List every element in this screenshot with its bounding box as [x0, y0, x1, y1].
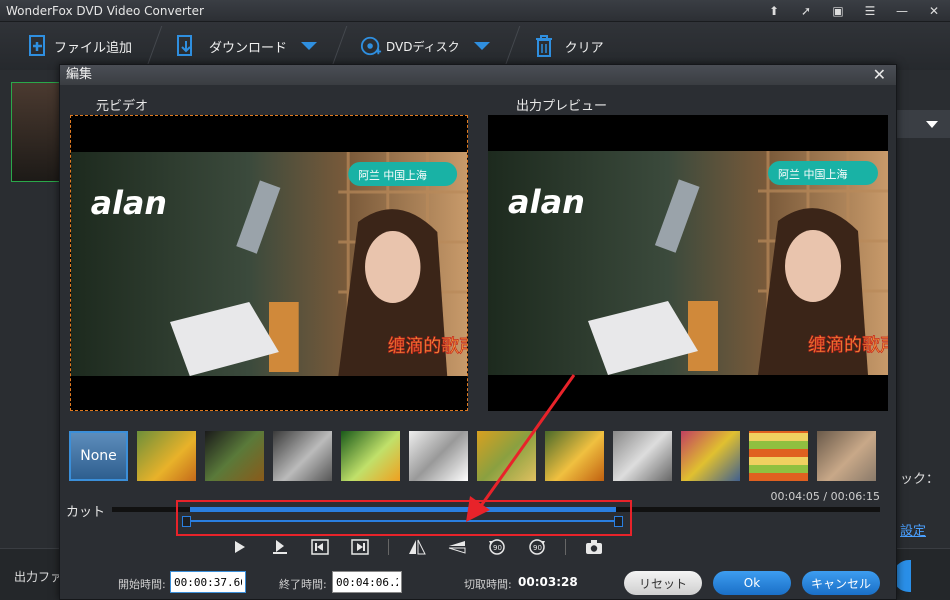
chevron-down-icon[interactable] — [473, 42, 490, 50]
download-icon — [177, 35, 193, 56]
ok-button[interactable]: Ok — [713, 571, 791, 595]
output-folder-label: 出力ファ — [14, 570, 63, 584]
clear-label: クリア — [564, 40, 604, 56]
file-thumbnail[interactable] — [11, 82, 63, 182]
cancel-button[interactable]: キャンセル — [802, 571, 880, 595]
disc-icon — [360, 36, 382, 56]
menu-icon[interactable]: ☰ — [854, 0, 886, 22]
flip-horizontal-icon[interactable] — [397, 535, 437, 559]
app-titlebar: WonderFox DVD Video Converter ⬆ ➚ ▣ ☰ — … — [0, 0, 950, 22]
source-video-frame: alan 阿兰 中国上海 缠滴的歌声 — [71, 152, 467, 376]
time-settings-row: 開始時間: 終了時間: 切取時間: 00:03:28 リセット Ok キャンセル — [60, 567, 898, 599]
playback-controls: 90 90 — [220, 535, 614, 559]
end-time-label: 終了時間: — [279, 578, 327, 591]
video-tag-text: 阿兰 中国上海 — [358, 168, 427, 182]
filter-thumb[interactable] — [545, 431, 604, 481]
upload-icon[interactable]: ⬆ — [758, 0, 790, 22]
video-tag-text: 阿兰 中国上海 — [778, 167, 848, 181]
filter-thumb[interactable] — [817, 431, 876, 481]
edit-dialog: 編集 ✕ 元ビデオ 出力プレビュー alan 阿兰 中国上海 缠滴的歌声 — [59, 64, 897, 600]
filter-thumb[interactable] — [681, 431, 740, 481]
add-file-label: ファイル追加 — [54, 40, 133, 56]
cut-label: カット — [66, 505, 106, 520]
toolbar-divider — [146, 26, 163, 66]
dialog-titlebar: 編集 ✕ — [60, 65, 896, 85]
filter-strip: None — [69, 431, 889, 483]
source-video-label: 元ビデオ — [96, 99, 149, 114]
close-icon[interactable]: ✕ — [873, 65, 886, 85]
filter-none[interactable]: None — [69, 431, 128, 481]
camera-icon[interactable] — [574, 535, 614, 559]
dvd-disc-button[interactable]: DVDディスク — [360, 22, 490, 70]
trash-icon — [535, 35, 552, 57]
end-time-input[interactable] — [332, 571, 402, 593]
output-preview-player[interactable]: alan 阿兰 中国上海 缠滴的歌声 — [488, 115, 888, 411]
next-frame-icon[interactable] — [340, 535, 380, 559]
clear-button[interactable]: クリア — [533, 22, 604, 70]
cut-duration-label: 切取時間: — [464, 578, 512, 591]
controls-divider — [388, 539, 389, 555]
toolbar-divider — [331, 26, 348, 66]
play-icon[interactable] — [220, 535, 260, 559]
dvd-disc-label: DVDディスク — [386, 39, 460, 54]
filter-thumb[interactable] — [137, 431, 196, 481]
feedback-icon[interactable]: ▣ — [822, 0, 854, 22]
svg-text:90: 90 — [533, 544, 542, 552]
chevron-down-icon[interactable] — [301, 42, 318, 50]
video-show-text: 缠滴的歌声 — [808, 335, 888, 356]
output-video-frame: alan 阿兰 中国上海 缠滴的歌声 — [488, 151, 888, 375]
filter-thumb[interactable] — [477, 431, 536, 481]
video-logo-text: alan — [91, 184, 167, 222]
close-window-icon[interactable]: ✕ — [918, 0, 950, 22]
rotate-left-icon[interactable]: 90 — [477, 535, 517, 559]
controls-divider — [565, 539, 566, 555]
video-logo-text: alan — [508, 183, 585, 221]
source-video-player[interactable]: alan 阿兰 中国上海 缠滴的歌声 — [70, 115, 468, 411]
time-display: 00:04:05 / 00:06:15 — [770, 490, 880, 503]
toolbar-divider — [504, 26, 520, 66]
app-title: WonderFox DVD Video Converter — [6, 4, 204, 18]
minimize-icon[interactable]: — — [886, 0, 918, 22]
main-toolbar: ファイル追加 ダウンロード DVDディスク クリア — [0, 22, 950, 70]
rotate-right-icon[interactable]: 90 — [517, 535, 557, 559]
add-file-button[interactable]: ファイル追加 — [28, 22, 132, 70]
start-time-label: 開始時間: — [118, 578, 166, 591]
add-file-icon — [29, 35, 45, 56]
window-controls: ⬆ ➚ ▣ ☰ — ✕ — [758, 0, 950, 22]
prev-frame-icon[interactable] — [300, 535, 340, 559]
cut-duration-value: 00:03:28 — [518, 575, 578, 589]
filter-thumb[interactable] — [341, 431, 400, 481]
chevron-down-icon — [926, 121, 938, 128]
start-time-input[interactable] — [170, 571, 246, 593]
reset-button[interactable]: リセット — [624, 571, 702, 595]
output-preview-label: 出力プレビュー — [516, 99, 608, 114]
download-button[interactable]: ダウンロード — [175, 22, 318, 70]
filter-thumb[interactable] — [749, 431, 808, 481]
filter-thumb[interactable] — [613, 431, 672, 481]
filter-thumb[interactable] — [409, 431, 468, 481]
set-start-icon[interactable] — [260, 535, 300, 559]
video-show-text: 缠滴的歌声 — [388, 336, 467, 357]
download-label: ダウンロード — [209, 40, 288, 56]
highlight-box — [176, 500, 632, 536]
filter-thumb[interactable] — [205, 431, 264, 481]
dialog-title: 編集 — [66, 67, 93, 82]
flip-vertical-icon[interactable] — [437, 535, 477, 559]
svg-text:90: 90 — [493, 544, 502, 552]
share-icon[interactable]: ➚ — [790, 0, 822, 22]
filter-thumb[interactable] — [273, 431, 332, 481]
format-dropdown[interactable] — [897, 110, 950, 138]
settings-text: ック： — [900, 472, 940, 487]
settings-link[interactable]: 設定 — [900, 520, 926, 539]
